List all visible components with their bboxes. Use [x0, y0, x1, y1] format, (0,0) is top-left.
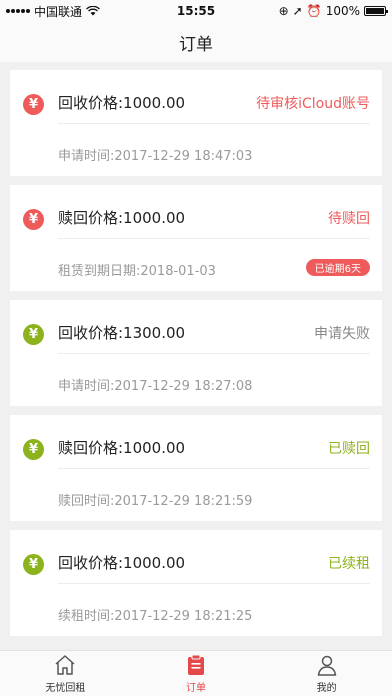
status-bar: 中国联通 15:55 ⊕ ➚ ⏰ 100% — [0, 0, 392, 22]
clipboard-icon — [188, 654, 204, 675]
order-time: 申请时间:2017-12-29 18:27:08 — [58, 379, 253, 394]
order-status: 待赎回 — [328, 211, 370, 227]
order-price: 赎回价格:1000.00 — [58, 439, 186, 457]
tab-label: 无忧回租 — [45, 683, 86, 694]
carrier-label: 中国联通 — [34, 4, 83, 19]
tab-home[interactable]: 无忧回租 — [0, 651, 131, 696]
order-status: 申请失败 — [314, 326, 370, 342]
order-status: 已赎回 — [328, 441, 370, 457]
rotation-lock-icon: ⊕ — [278, 4, 289, 18]
divider — [58, 468, 370, 469]
divider — [58, 353, 370, 354]
order-price: 回收价格:1300.00 — [58, 324, 186, 342]
order-price: 回收价格:1000.00 — [58, 94, 186, 112]
yuan-coin-icon: ¥ — [23, 554, 44, 575]
tab-orders[interactable]: 订单 — [131, 651, 262, 696]
order-status: 待审核iCloud账号 — [256, 96, 370, 112]
divider — [58, 123, 370, 124]
order-price: 赎回价格:1000.00 — [58, 209, 186, 227]
order-card[interactable]: ¥ 回收价格:1000.00 已续租 续租时间:2017-12-29 18:21… — [10, 530, 382, 636]
user-icon — [317, 655, 336, 676]
alarm-icon: ⏰ — [306, 4, 322, 18]
home-icon — [55, 655, 75, 675]
tab-label: 订单 — [186, 683, 206, 694]
battery-icon — [364, 6, 388, 16]
order-status: 已续租 — [328, 556, 370, 572]
tab-label: 我的 — [316, 683, 337, 694]
order-card[interactable]: ¥ 回收价格:1000.00 待审核iCloud账号 申请时间:2017-12-… — [10, 70, 382, 176]
tab-bar: 无忧回租 订单 我的 — [0, 650, 392, 696]
order-time: 续租时间:2017-12-29 18:21:25 — [58, 609, 253, 624]
divider — [58, 583, 370, 584]
divider — [58, 238, 370, 239]
overdue-badge: 已逾期6天 — [305, 259, 370, 276]
order-time: 申请时间:2017-12-29 18:47:03 — [58, 149, 253, 164]
status-right: ⊕ ➚ ⏰ 100% — [278, 4, 388, 18]
wifi-icon — [86, 6, 100, 16]
signal-icon — [6, 9, 30, 13]
order-price: 回收价格:1000.00 — [58, 554, 186, 572]
nav-bar: 订单 — [0, 22, 392, 62]
yuan-coin-icon: ¥ — [23, 324, 44, 345]
order-time: 租赁到期日期:2018-01-03 — [58, 264, 216, 279]
status-left: 中国联通 — [6, 3, 146, 20]
order-card[interactable]: ¥ 回收价格:1300.00 申请失败 申请时间:2017-12-29 18:2… — [10, 300, 382, 406]
yuan-coin-icon: ¥ — [23, 94, 44, 115]
order-card[interactable]: ¥ 赎回价格:1000.00 待赎回 租赁到期日期:2018-01-03 已逾期… — [10, 185, 382, 291]
order-card[interactable]: ¥ 赎回价格:1000.00 已赎回 赎回时间:2017-12-29 18:21… — [10, 415, 382, 521]
page-title: 订单 — [179, 34, 213, 55]
order-time: 赎回时间:2017-12-29 18:21:59 — [58, 494, 253, 509]
location-icon: ➚ — [292, 4, 303, 18]
order-list: ¥ 回收价格:1000.00 待审核iCloud账号 申请时间:2017-12-… — [10, 70, 382, 645]
yuan-coin-icon: ¥ — [23, 209, 44, 230]
tab-mine[interactable]: 我的 — [261, 651, 392, 696]
battery-label: 100% — [325, 4, 360, 18]
yuan-coin-icon: ¥ — [23, 439, 44, 460]
